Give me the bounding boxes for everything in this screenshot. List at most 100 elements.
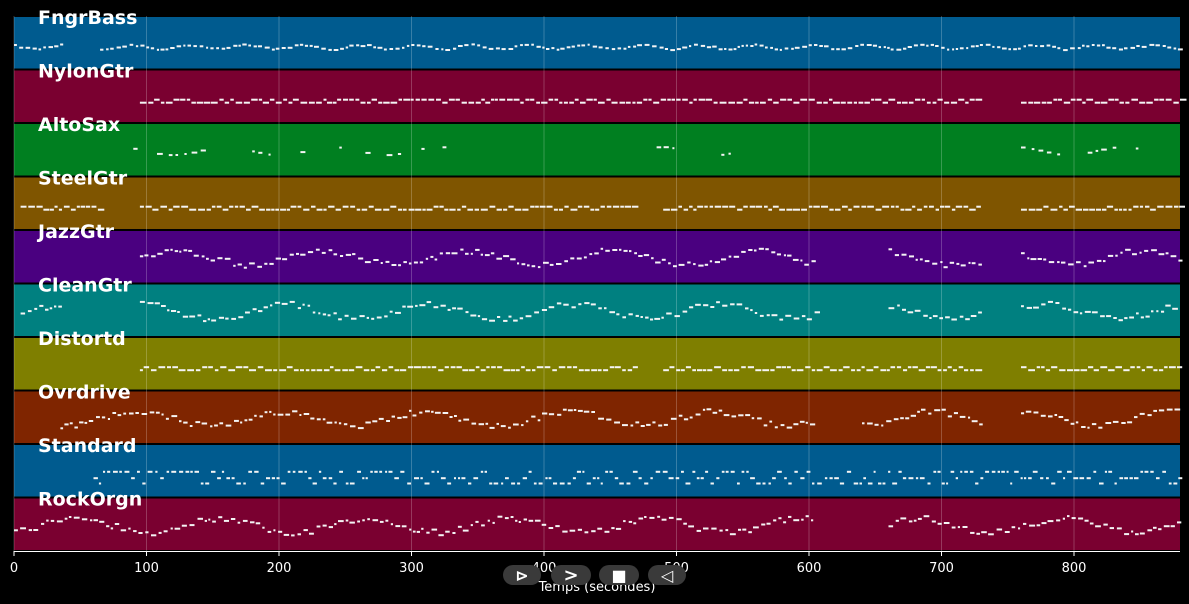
note-mark <box>1047 300 1053 303</box>
note-mark <box>1027 257 1030 260</box>
note-mark <box>106 525 110 528</box>
note-mark <box>508 315 512 318</box>
note-mark <box>1139 205 1144 208</box>
note-mark <box>200 149 206 152</box>
note-mark <box>694 43 698 46</box>
note-mark <box>504 517 509 520</box>
note-mark <box>893 418 899 421</box>
note-mark <box>214 424 218 427</box>
play-button[interactable]: ⊳ <box>503 565 541 585</box>
note-mark <box>1091 423 1097 426</box>
note-mark <box>285 413 291 416</box>
note-mark <box>1151 310 1154 313</box>
note-mark <box>452 532 456 534</box>
note-mark <box>923 515 930 518</box>
note-mark <box>968 261 971 264</box>
note-mark <box>683 208 689 211</box>
note-mark <box>1021 412 1025 415</box>
note-mark <box>184 153 187 155</box>
note-mark <box>497 316 501 318</box>
note-mark <box>372 420 378 423</box>
stop-button[interactable]: ■ <box>599 565 639 585</box>
note-mark <box>907 366 912 369</box>
note-mark <box>895 519 899 522</box>
back-button[interactable]: ◁ <box>648 565 686 585</box>
note-mark <box>1058 98 1062 101</box>
note-mark <box>863 477 866 480</box>
note-mark <box>597 477 600 480</box>
note-mark <box>626 482 631 485</box>
note-mark <box>1118 48 1123 51</box>
note-mark <box>915 477 919 480</box>
note-mark <box>503 255 510 258</box>
note-mark <box>407 305 414 308</box>
note-mark <box>480 253 483 256</box>
note-mark <box>745 44 748 47</box>
note-mark <box>189 315 196 318</box>
note-mark <box>428 98 435 101</box>
note-mark <box>750 477 755 480</box>
note-mark <box>562 530 568 533</box>
note-mark <box>534 519 541 522</box>
note-mark <box>533 482 537 485</box>
note-mark <box>510 369 515 372</box>
note-mark <box>1140 470 1144 473</box>
note-mark <box>1021 208 1027 211</box>
note-mark <box>888 307 895 310</box>
note-mark <box>300 151 306 154</box>
note-mark <box>391 264 397 266</box>
note-mark <box>303 529 308 532</box>
note-mark <box>712 45 717 48</box>
note-mark <box>289 300 295 303</box>
note-mark <box>622 369 626 372</box>
note-mark <box>712 411 718 414</box>
note-mark <box>926 101 931 104</box>
note-mark <box>630 424 634 427</box>
note-mark <box>1096 259 1102 262</box>
note-mark <box>1036 208 1043 211</box>
note-mark <box>681 470 684 473</box>
note-mark <box>449 208 456 211</box>
note-mark <box>455 98 460 101</box>
note-mark <box>706 46 712 49</box>
note-mark <box>943 369 947 372</box>
note-mark <box>189 208 197 211</box>
note-mark <box>600 482 603 485</box>
note-mark <box>147 470 153 473</box>
note-mark <box>1041 303 1046 306</box>
note-mark <box>570 208 578 211</box>
note-mark <box>892 482 898 485</box>
note-mark <box>689 205 693 208</box>
note-mark <box>860 43 864 46</box>
note-mark <box>20 527 26 530</box>
note-mark <box>859 482 862 485</box>
note-mark <box>730 303 735 306</box>
note-mark <box>323 208 327 211</box>
note-mark <box>340 47 344 50</box>
note-mark <box>210 259 215 262</box>
note-mark <box>421 98 427 101</box>
note-mark <box>651 257 654 260</box>
note-mark <box>800 259 803 262</box>
note-mark <box>318 470 322 473</box>
note-mark <box>890 366 896 369</box>
note-mark <box>558 366 566 369</box>
note-mark <box>661 518 667 521</box>
note-mark <box>737 45 740 48</box>
note-mark <box>532 369 536 372</box>
note-mark <box>1173 482 1178 485</box>
note-mark <box>861 205 867 208</box>
note-mark <box>480 208 488 211</box>
note-mark <box>1040 414 1046 417</box>
note-mark <box>461 477 466 480</box>
note-mark <box>548 413 555 416</box>
forward-button[interactable]: > <box>551 565 591 586</box>
note-mark <box>220 366 227 369</box>
note-mark <box>310 417 315 420</box>
note-mark <box>382 369 388 372</box>
note-mark <box>1089 208 1095 211</box>
note-mark <box>952 48 955 51</box>
note-mark <box>1121 422 1126 424</box>
note-mark <box>1112 146 1117 149</box>
note-mark <box>378 417 384 420</box>
